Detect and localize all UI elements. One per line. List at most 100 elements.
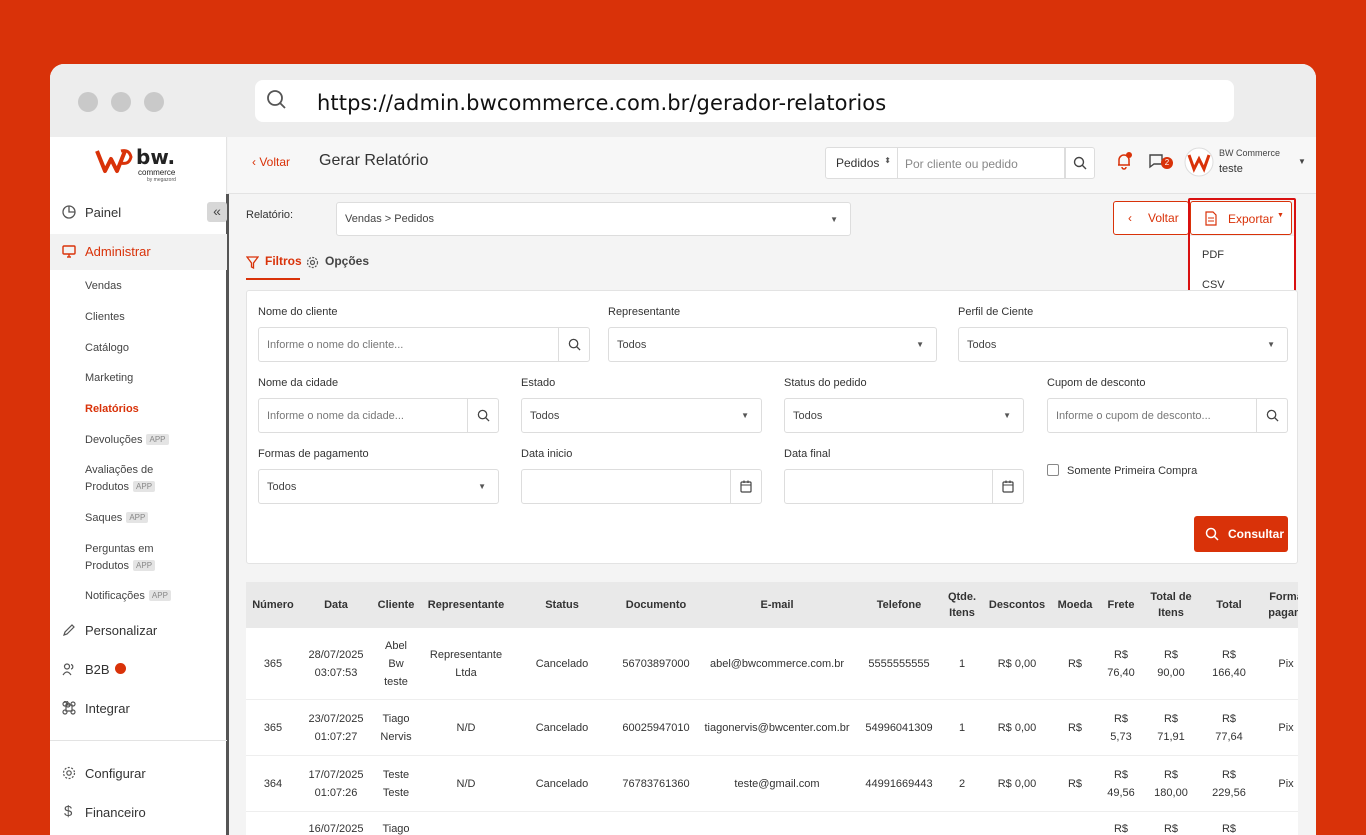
column-header[interactable]: Formapagam [1261, 589, 1298, 621]
table-cell: R$ 90,00 [1157, 649, 1185, 679]
table-cell: R$ 0,00 [997, 658, 1037, 670]
top-header: ‹ Voltar Gerar Relatório Pedidos ⬍ Por cl… [228, 137, 1316, 194]
bell-icon[interactable] [1115, 152, 1133, 170]
column-header[interactable]: E-mail [702, 597, 852, 613]
cliente-placeholder: Informe o nome do cliente... [267, 339, 404, 351]
table-cell: R$ 76,40 [1107, 649, 1135, 679]
sidebar-sub-avaliacoes[interactable]: Avaliações de Produtos APP [85, 462, 156, 496]
sidebar-item-b2b[interactable]: B2B [50, 652, 227, 688]
app-tag: APP [146, 434, 169, 445]
status-select[interactable]: Todos ▼ [784, 398, 1024, 433]
chevron-down-icon: ▼ [1267, 340, 1275, 349]
sidebar-sub-catalogo[interactable]: Catálogo [85, 340, 129, 357]
cupom-placeholder: Informe o cupom de desconto... [1056, 410, 1211, 422]
sidebar-item-financeiro[interactable]: $ Financeiro [50, 795, 227, 831]
table-cell: Cancelado [535, 778, 589, 790]
cupom-input[interactable]: Informe o cupom de desconto... [1047, 398, 1288, 433]
header-back-link[interactable]: ‹ Voltar [252, 155, 290, 169]
column-header[interactable]: Frete [1103, 597, 1139, 613]
consultar-button[interactable]: Consultar [1194, 516, 1288, 552]
messages-button[interactable]: 2 [1148, 152, 1178, 170]
sidebar-scrollbar[interactable] [226, 194, 229, 835]
logo[interactable]: bw. commerce by megazord [95, 145, 185, 183]
table-row[interactable]: 365 28/07/2025 03:07:53 Abel Bw teste Represen… [246, 628, 1298, 700]
data-final-calendar-button[interactable] [992, 470, 1023, 503]
column-header[interactable]: Cliente [374, 597, 418, 613]
column-header[interactable]: Status [522, 597, 602, 613]
column-header[interactable]: Telefone [859, 597, 939, 613]
table-row[interactable]: 365 23/07/2025 01:07:27 Tiago Nervis N/D Cance… [246, 700, 1298, 756]
column-header[interactable]: Número [248, 597, 298, 613]
tab-filtros-label: Filtros [265, 254, 302, 268]
report-select[interactable]: Vendas > Pedidos ▼ [336, 202, 851, 236]
table-row[interactable]: 16/07/2025 Tiago R$ R$ R$ [246, 812, 1298, 835]
sidebar-item-personalizar[interactable]: Personalizar [50, 613, 227, 649]
table-cell: 1 [958, 658, 966, 670]
table-cell: tiagonervis@bwcenter.com.br [704, 722, 850, 734]
column-header[interactable]: Descontos [987, 597, 1047, 613]
primeira-compra-checkbox[interactable] [1047, 464, 1059, 476]
perfil-label: Perfil de Ciente [958, 306, 1034, 318]
address-bar[interactable]: https://admin.bwcommerce.com.br/gerador-… [255, 80, 1234, 122]
sidebar-sub-saques[interactable]: Saques APP [85, 510, 149, 527]
search-type-select[interactable]: Pedidos ⬍ [825, 147, 898, 179]
data-final-input[interactable] [784, 469, 1024, 504]
cupom-search-button[interactable] [1256, 399, 1287, 432]
window-minimize-dot[interactable] [111, 92, 131, 112]
sub-label: Saques [85, 512, 123, 524]
data-inicio-calendar-button[interactable] [730, 470, 761, 503]
search-icon [1205, 527, 1219, 541]
voltar-button[interactable]: ‹ Voltar [1113, 201, 1189, 235]
table-cell: 365 [263, 658, 283, 670]
pagamento-label: Formas de pagamento [258, 448, 369, 460]
sidebar-sub-vendas[interactable]: Vendas [85, 278, 122, 295]
table-cell: abel@bwcommerce.com.br [709, 658, 845, 670]
window-close-dot[interactable] [78, 92, 98, 112]
pagamento-select[interactable]: Todos ▼ [258, 469, 499, 504]
column-header[interactable]: Data [301, 597, 371, 613]
tab-opcoes[interactable]: Opções [306, 254, 369, 269]
table-cell: Tiago [382, 823, 410, 835]
chevron-down-icon: ▼ [741, 411, 749, 420]
cidade-input[interactable]: Informe o nome da cidade... [258, 398, 499, 433]
table-cell: Cancelado [535, 722, 589, 734]
sidebar-item-label: B2B [85, 662, 110, 677]
column-header[interactable]: Total de Itens [1146, 589, 1196, 621]
representante-select[interactable]: Todos ▼ [608, 327, 937, 362]
search-icon [477, 409, 490, 422]
column-header[interactable]: Qtde. Itens [945, 589, 979, 621]
cliente-input[interactable]: Informe o nome do cliente... [258, 327, 590, 362]
column-header[interactable]: Total [1204, 597, 1254, 613]
pagamento-value: Todos [267, 481, 297, 493]
perfil-select[interactable]: Todos ▼ [958, 327, 1288, 362]
sidebar-sub-notificacoes[interactable]: Notificações APP [85, 588, 171, 605]
sidebar-sub-devolucoes[interactable]: Devoluções APP [85, 432, 169, 449]
user-menu-caret-icon[interactable]: ▼ [1298, 157, 1306, 166]
chevron-left-icon: ‹ [1128, 211, 1132, 225]
table-cell: Pix [1278, 722, 1294, 734]
column-header[interactable]: Representante [421, 597, 511, 613]
sidebar-sub-relatorios[interactable]: Relatórios [85, 401, 139, 418]
cliente-search-button[interactable] [558, 328, 589, 361]
avatar[interactable] [1184, 147, 1214, 181]
window-maximize-dot[interactable] [144, 92, 164, 112]
sidebar-item-painel[interactable]: Painel [50, 195, 227, 231]
sidebar-sub-perguntas[interactable]: Perguntas em Produtos APP [85, 541, 156, 575]
dollar-icon: $ [64, 803, 73, 820]
header-search-input[interactable]: Por cliente ou pedido [898, 147, 1065, 179]
tab-filtros[interactable]: Filtros [246, 254, 302, 280]
sidebar-item-integrar[interactable]: Integrar [50, 691, 227, 727]
sidebar-item-configurar[interactable]: Configurar [50, 756, 227, 792]
sidebar-item-administrar[interactable]: Administrar [50, 234, 227, 270]
column-header[interactable]: Documento [611, 597, 701, 613]
sidebar-sub-clientes[interactable]: Clientes [85, 309, 125, 326]
table-row[interactable]: 364 17/07/2025 01:07:26 Teste Teste N/D Cancel… [246, 756, 1298, 812]
column-header[interactable]: Moeda [1053, 597, 1097, 613]
data-inicio-input[interactable] [521, 469, 762, 504]
users-icon [62, 663, 74, 676]
estado-select[interactable]: Todos ▼ [521, 398, 762, 433]
cidade-search-button[interactable] [467, 399, 498, 432]
table-cell: Teste Teste [382, 769, 410, 799]
sidebar-sub-marketing[interactable]: Marketing [85, 370, 133, 387]
header-search-button[interactable] [1065, 147, 1095, 179]
